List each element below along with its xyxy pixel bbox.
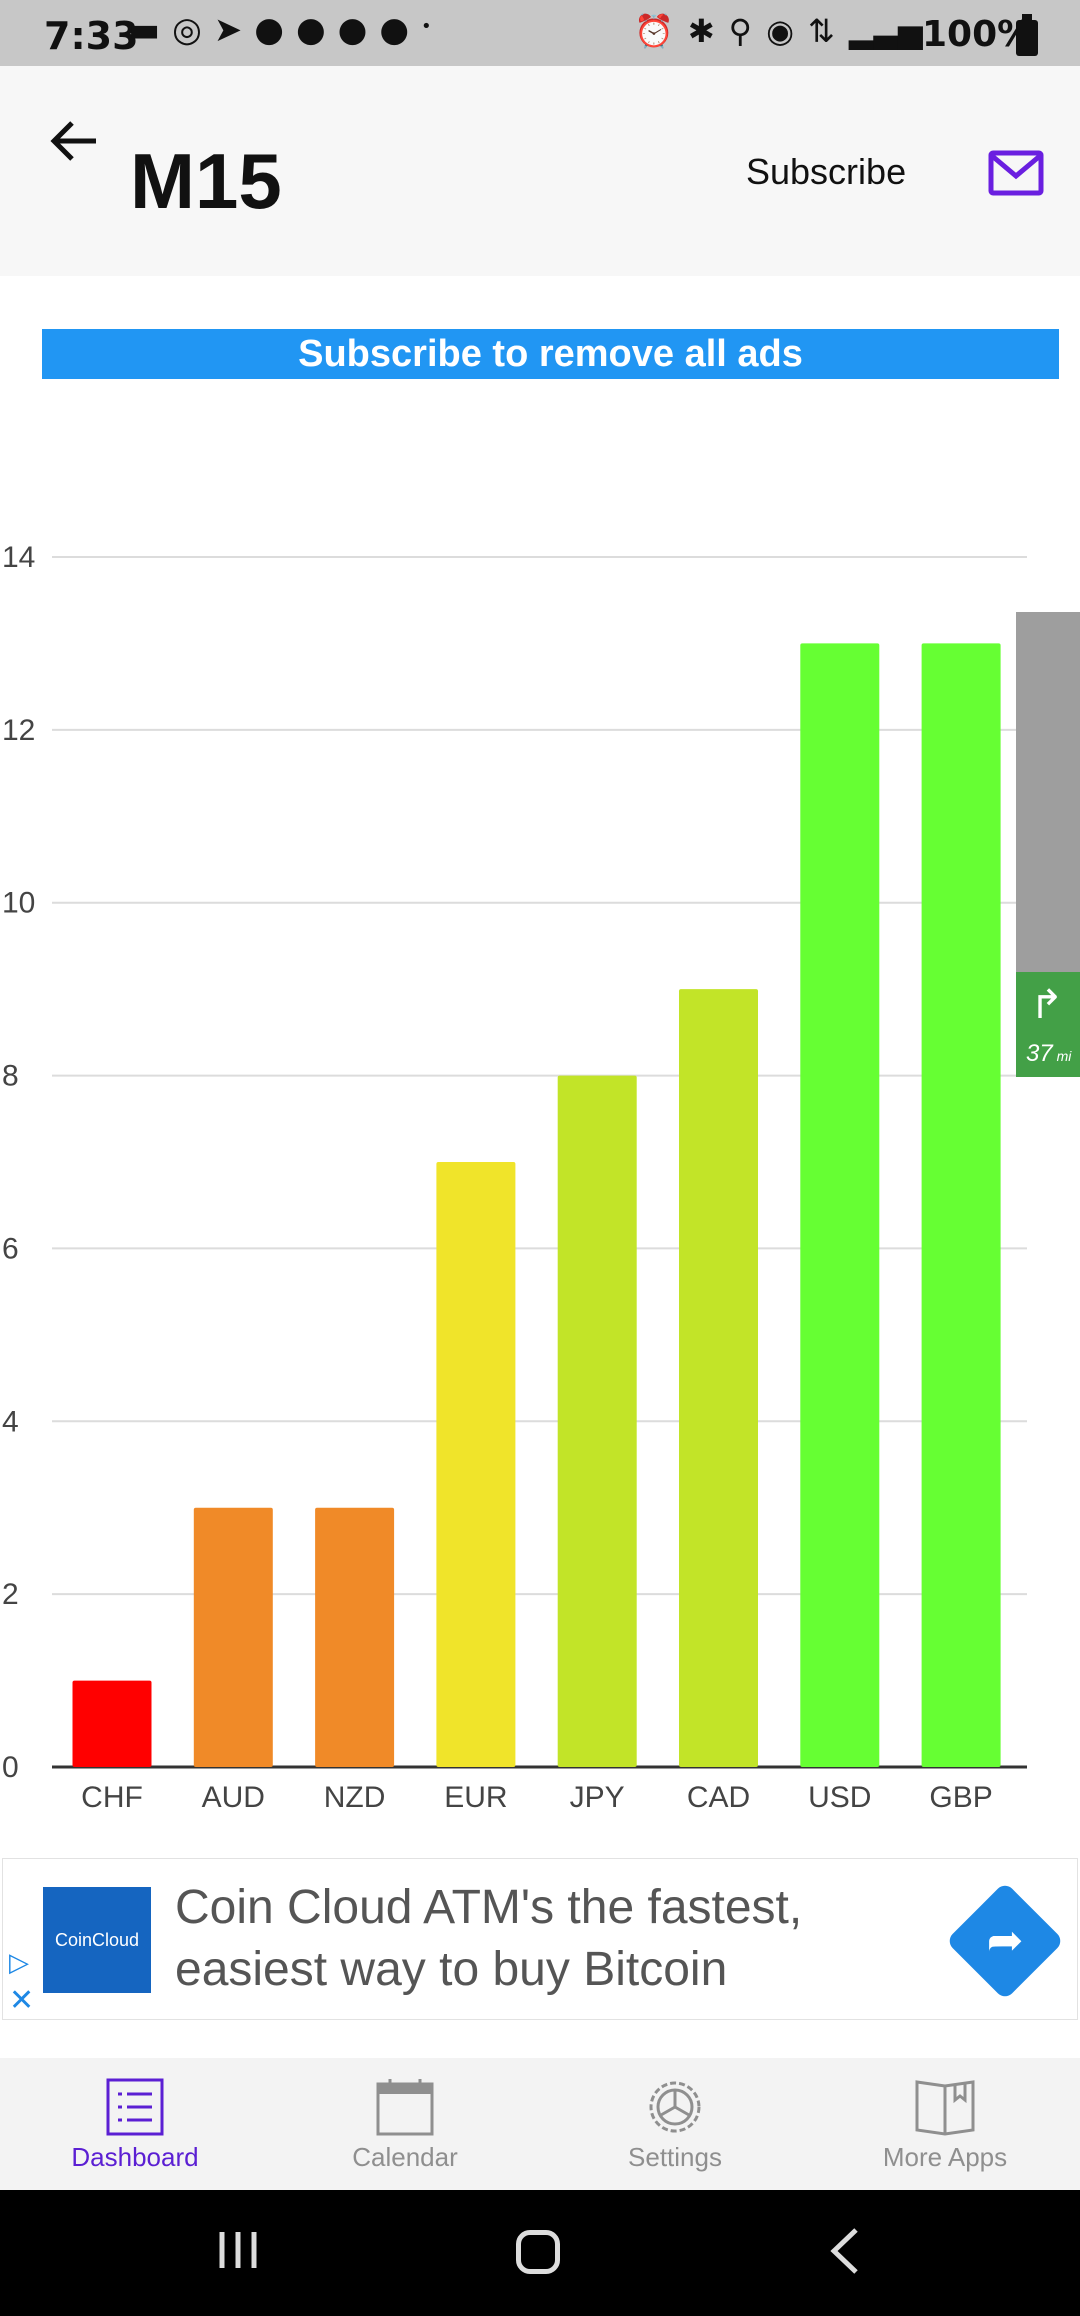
dashboard-list-icon	[106, 2078, 164, 2136]
back-arrow-icon[interactable]	[48, 114, 102, 168]
navigation-distance-panel[interactable]: ↱ 37 mi	[1016, 972, 1080, 1077]
page-title: M15	[130, 137, 282, 225]
bluetooth-icon: ✱	[687, 12, 715, 50]
system-icons: ⏰ ✱ ⚲ ◉ ⇅ ▂▃▅	[634, 12, 923, 50]
tab-calendar[interactable]: Calendar	[270, 2058, 540, 2190]
x-tick-label: CHF	[81, 1781, 143, 1814]
y-tick-label: 8	[2, 1060, 19, 1093]
status-bar: 7:33 ▬ ◎ ➤ ● ● ● ● • ⏰ ✱ ⚲ ◉ ⇅ ▂▃▅ 100%	[0, 0, 1080, 66]
subscribe-button[interactable]: Subscribe	[746, 151, 906, 193]
y-tick-label: 0	[2, 1751, 19, 1784]
ad-open-button[interactable]: ➦	[945, 1881, 1065, 2001]
remove-ads-banner[interactable]: Subscribe to remove all ads	[42, 329, 1059, 379]
bar-eur[interactable]	[436, 1162, 516, 1767]
bar-chf[interactable]	[72, 1680, 152, 1767]
tab-dashboard[interactable]: Dashboard	[0, 2058, 270, 2190]
book-icon	[915, 2080, 975, 2136]
tab-more-apps[interactable]: More Apps	[810, 2058, 1080, 2190]
discord-icon: ●	[295, 10, 326, 50]
arrow-icon: ➦	[986, 1916, 1024, 1965]
discord-icon: ●	[337, 10, 368, 50]
turn-arrow-icon: ↱	[1030, 983, 1064, 1027]
system-nav-bar	[0, 2190, 1080, 2316]
discord-icon: ●	[379, 10, 409, 50]
x-tick-label: AUD	[202, 1781, 265, 1814]
message-icon: ▬	[128, 10, 161, 50]
ad-logo: CoinCloud	[43, 1887, 151, 1993]
bar-jpy[interactable]	[557, 1075, 637, 1767]
y-tick-label: 2	[2, 1578, 19, 1611]
y-tick-label: 6	[2, 1232, 19, 1265]
alarm-icon: ⏰	[634, 12, 674, 50]
y-tick-label: 10	[2, 887, 35, 920]
x-tick-label: JPY	[570, 1781, 625, 1814]
location-icon: ⚲	[728, 12, 753, 50]
tab-settings[interactable]: Settings	[540, 2058, 810, 2190]
y-tick-label: 14	[2, 541, 35, 574]
tab-label: Settings	[628, 2142, 722, 2172]
app-bar: M15 Subscribe	[0, 66, 1080, 276]
bottom-navigation: Dashboard Calendar Settings More Apps	[0, 2058, 1080, 2190]
telegram-icon: ➤	[213, 10, 243, 50]
hotspot-icon: ◉	[766, 12, 795, 50]
recent-apps-button[interactable]	[216, 2230, 260, 2270]
bar-usd[interactable]	[800, 643, 880, 1767]
y-tick-label: 12	[2, 714, 35, 747]
gear-icon	[649, 2081, 701, 2133]
discord-icon: ●	[254, 10, 284, 50]
battery-icon	[1016, 14, 1038, 56]
navigation-distance: 37 mi	[1026, 1040, 1072, 1067]
calendar-icon	[376, 2079, 434, 2136]
signal-icon: ▂▃▅	[848, 12, 923, 50]
bar-gbp[interactable]	[921, 643, 1001, 1767]
ad-close-icon[interactable]: ✕	[9, 1983, 37, 2017]
bar-aud[interactable]	[193, 1507, 273, 1767]
tab-label: Calendar	[352, 2142, 458, 2172]
navigation-overlay[interactable]: ↱ 37 mi	[1016, 612, 1080, 1077]
x-tick-label: EUR	[444, 1781, 507, 1814]
status-time: 7:33	[44, 14, 139, 58]
mail-icon[interactable]	[988, 150, 1044, 196]
bar-cad[interactable]	[679, 989, 758, 1767]
tab-label: Dashboard	[71, 2142, 199, 2172]
ad-banner[interactable]: ▷ ✕ CoinCloud Coin Cloud ATM's the faste…	[2, 1858, 1078, 2020]
y-tick-label: 4	[2, 1405, 19, 1438]
x-tick-label: NZD	[324, 1781, 386, 1814]
x-tick-label: GBP	[929, 1781, 992, 1814]
tab-label: More Apps	[882, 2142, 1008, 2172]
x-tick-label: CAD	[687, 1781, 750, 1814]
x-tick-label: USD	[808, 1781, 871, 1814]
whatsapp-icon: ◎	[172, 10, 202, 50]
dot-icon: •	[420, 16, 432, 37]
bar-nzd[interactable]	[315, 1507, 395, 1767]
ad-choices-icon[interactable]: ▷	[9, 1947, 37, 1977]
home-button[interactable]	[516, 2230, 560, 2274]
strength-bar-chart: 0 2 4 6 8 10 12 14 CHF AUD NZD EUR JPY CAD USD GBP	[2, 541, 1027, 1814]
ad-text[interactable]: Coin Cloud ATM's the fastest, easiest wa…	[175, 1877, 875, 2001]
data-icon: ⇅	[808, 12, 835, 50]
notification-icons: ▬ ◎ ➤ ● ● ● ● •	[128, 10, 432, 50]
system-back-button[interactable]	[826, 2226, 862, 2276]
